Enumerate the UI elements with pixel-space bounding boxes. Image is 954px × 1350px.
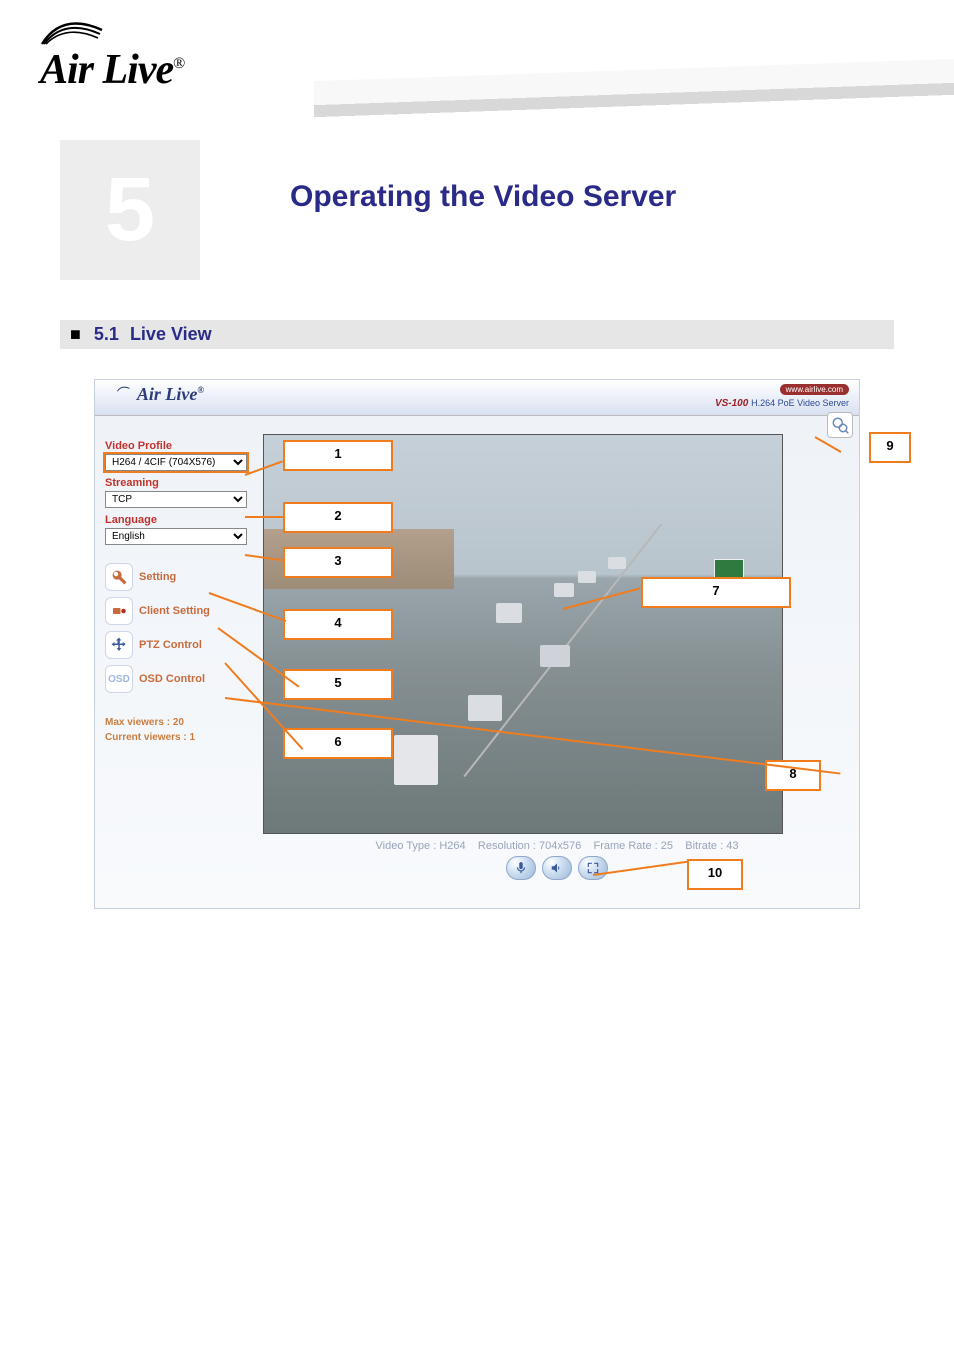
ptz-icon [105, 631, 133, 659]
callout-9: 9 [869, 432, 911, 463]
streaming-select[interactable]: TCP [105, 491, 247, 508]
osd-control-button-label: OSD Control [139, 673, 205, 685]
streaming-label: Streaming [105, 477, 247, 489]
video-info-line: Video Type : H264 Resolution : 704x576 F… [263, 840, 851, 852]
language-select[interactable]: English [105, 528, 247, 545]
language-label: Language [105, 514, 247, 526]
client-setting-button-label: Client Setting [139, 605, 210, 617]
section-title: Live View [130, 324, 212, 344]
chapter-title: Operating the Video Server [290, 180, 676, 214]
screenshot-logo: Air Live® [117, 384, 204, 405]
ptz-control-button-label: PTZ Control [139, 639, 202, 651]
magnifier-icon [831, 416, 849, 434]
fullscreen-button[interactable] [578, 856, 608, 880]
max-viewers: Max viewers : 20 [105, 715, 247, 730]
callout-7: 7 [641, 577, 791, 608]
setting-button-label: Setting [139, 571, 176, 583]
screenshot-topbar: Air Live® www.airlive.com VS-100 H.264 P… [95, 380, 859, 416]
side-panel: Video Profile H264 / 4CIF (704X576) Stre… [95, 416, 257, 908]
control-button-row [263, 856, 851, 880]
page-header: Air Live® [0, 0, 954, 140]
record-icon [105, 597, 133, 625]
speaker-icon [550, 861, 564, 875]
microphone-icon [514, 861, 528, 875]
callout-1: 1 [283, 440, 393, 471]
video-profile-select[interactable]: H264 / 4CIF (704X576) [105, 454, 247, 471]
logo-text: Air Live® [40, 46, 184, 94]
callout-2: 2 [283, 502, 393, 533]
callout-10: 10 [687, 859, 743, 890]
model-label: VS-100 H.264 PoE Video Server [715, 398, 849, 409]
callout-5: 5 [283, 669, 393, 700]
setting-button[interactable]: Setting [105, 563, 247, 591]
callout-3: 3 [283, 547, 393, 578]
digital-zoom-button[interactable] [827, 412, 853, 438]
main-area: Video Type : H264 Resolution : 704x576 F… [257, 416, 859, 908]
logo-arc-icon [40, 20, 120, 46]
chapter-number: 5 [105, 159, 155, 262]
mic-button[interactable] [506, 856, 536, 880]
section-heading: ■ 5.1 Live View [60, 320, 894, 349]
video-profile-label: Video Profile [105, 440, 247, 452]
osd-control-button[interactable]: OSD OSD Control [105, 665, 247, 693]
section-number: 5.1 [94, 324, 119, 344]
ui-screenshot: Air Live® www.airlive.com VS-100 H.264 P… [94, 379, 860, 909]
viewer-info: Max viewers : 20 Current viewers : 1 [105, 715, 247, 745]
client-setting-button[interactable]: Client Setting [105, 597, 247, 625]
chapter-number-box: 5 [60, 140, 200, 280]
osd-icon: OSD [105, 665, 133, 693]
callout-4: 4 [283, 609, 393, 640]
wrench-icon [105, 563, 133, 591]
callout-leader [245, 516, 285, 518]
speaker-button[interactable] [542, 856, 572, 880]
url-badge[interactable]: www.airlive.com [780, 384, 849, 395]
current-viewers: Current viewers : 1 [105, 730, 247, 745]
